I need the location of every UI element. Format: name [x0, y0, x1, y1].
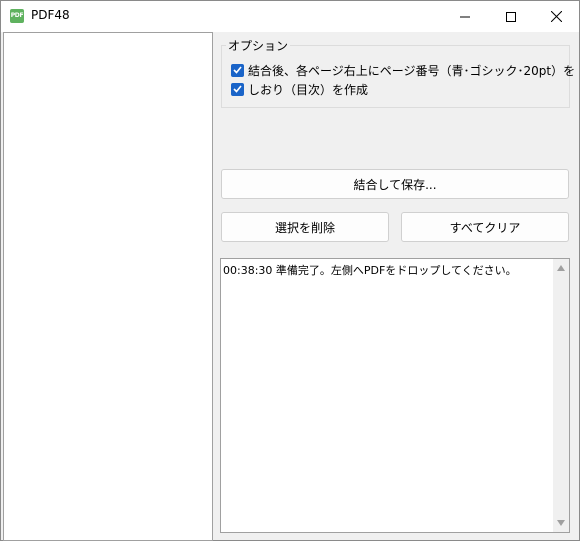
minimize-icon	[460, 16, 470, 17]
options-title: オプション	[226, 37, 291, 54]
checkmark-icon	[233, 66, 242, 74]
maximize-button[interactable]	[488, 1, 534, 32]
app-icon: PDF	[10, 9, 24, 23]
checkmark-icon	[233, 85, 242, 93]
minimize-button[interactable]	[442, 1, 488, 32]
close-icon	[550, 11, 562, 22]
page-number-option[interactable]: 結合後、各ページ右上にページ番号（青･ゴシック･20pt）を	[231, 62, 575, 78]
log-textarea[interactable]: 00:38:30 準備完了。左側へPDFをドロップしてください。	[220, 258, 570, 533]
page-number-checkbox[interactable]	[231, 63, 244, 77]
delete-selected-button[interactable]: 選択を削除	[221, 212, 389, 242]
log-line: 00:38:30 準備完了。左側へPDFをドロップしてください。	[223, 264, 517, 277]
window-title: PDF48	[31, 8, 70, 22]
bookmark-checkbox[interactable]	[231, 82, 244, 96]
log-scrollbar[interactable]	[553, 259, 569, 532]
scroll-down-icon[interactable]	[557, 520, 565, 526]
scroll-up-icon[interactable]	[557, 265, 565, 271]
bookmark-option[interactable]: しおり（目次）を作成	[231, 81, 368, 97]
clear-all-button[interactable]: すべてクリア	[401, 212, 569, 242]
pdf-drop-list[interactable]	[3, 32, 213, 541]
bookmark-label: しおり（目次）を作成	[248, 82, 369, 97]
maximize-icon	[506, 11, 516, 22]
title-bar: PDF PDF48	[1, 1, 579, 32]
close-button[interactable]	[533, 1, 579, 32]
page-number-label: 結合後、各ページ右上にページ番号（青･ゴシック･20pt）を	[248, 63, 576, 78]
merge-save-button[interactable]: 結合して保存...	[221, 169, 569, 199]
